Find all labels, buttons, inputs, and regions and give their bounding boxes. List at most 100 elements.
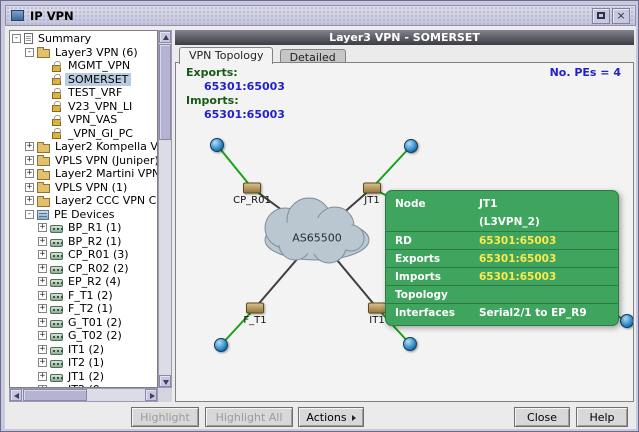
pe-node-f-t1[interactable] xyxy=(246,303,264,314)
tree-item-g-t01-2[interactable]: + G_T01 (2) xyxy=(10,316,157,330)
expand-handle-icon[interactable]: + xyxy=(38,250,47,259)
tooltip-row-rd: RD65301:65003 xyxy=(386,231,618,249)
expand-handle-icon[interactable]: + xyxy=(38,223,47,232)
scroll-left-button[interactable] xyxy=(10,389,22,401)
scroll-down-button[interactable] xyxy=(159,375,171,387)
tree-item-layer2-martini-vpn-c[interactable]: +Layer2 Martini VPN C xyxy=(10,167,157,181)
expand-handle-icon[interactable]: + xyxy=(25,156,34,165)
tooltip-field-value: 65301:65003 xyxy=(479,235,556,247)
tree-item-cp-r01-3[interactable]: +CP_R01 (3) xyxy=(10,248,157,262)
router-icon xyxy=(50,239,63,247)
help-button[interactable]: Help xyxy=(576,407,628,427)
maximize-icon xyxy=(597,12,605,19)
pe-node-it1[interactable] xyxy=(368,303,386,314)
tab-vpn-topology[interactable]: VPN Topology xyxy=(179,47,273,64)
expand-handle-icon[interactable]: + xyxy=(25,183,34,192)
expand-handle-icon[interactable]: + xyxy=(25,142,34,151)
tree-item-vpn-vas[interactable]: VPN_VAS xyxy=(10,113,157,127)
expand-handle-icon[interactable]: + xyxy=(38,318,47,327)
expand-handle-icon[interactable]: + xyxy=(25,169,34,178)
tooltip-row-exports: Exports65301:65003 xyxy=(386,249,618,267)
button-bar: Highlight Highlight All Actions Close He… xyxy=(5,404,636,429)
tree-item-label: VPN_VAS xyxy=(65,113,120,126)
ce-node[interactable] xyxy=(403,337,417,351)
actions-button[interactable]: Actions xyxy=(298,407,364,427)
expand-handle-icon[interactable]: + xyxy=(38,264,47,273)
vertical-scroll-thumb[interactable] xyxy=(159,44,171,140)
tree-item-label: _VPN_GI_PC xyxy=(65,127,136,140)
close-icon: × xyxy=(616,10,625,21)
tree-item-test-vrf[interactable]: TEST_VRF xyxy=(10,86,157,100)
window-titlebar[interactable]: IP VPN × xyxy=(5,5,636,26)
lock-icon xyxy=(52,92,61,99)
expand-handle-icon[interactable]: + xyxy=(38,345,47,354)
expand-handle-icon[interactable]: + xyxy=(38,358,47,367)
tree-vertical-scrollbar[interactable] xyxy=(158,30,172,388)
tree-item-jt1-2[interactable]: +JT1 (2) xyxy=(10,370,157,384)
tree-item-label: Layer3 VPN (6) xyxy=(52,46,141,59)
lock-icon xyxy=(52,119,61,126)
tree-item-vpls-vpn-juniper[interactable]: +VPLS VPN (Juniper) ( xyxy=(10,154,157,168)
pe-node-jt1[interactable] xyxy=(363,183,381,194)
tree-item-g-t02-2[interactable]: +G_T02 (2) xyxy=(10,329,157,343)
tree-item-label: IT1 (2) xyxy=(65,343,107,356)
scrollbar-corner xyxy=(158,388,172,402)
tree-item-f-t2-1[interactable]: +F_T2 (1) xyxy=(10,302,157,316)
highlight-button[interactable]: Highlight xyxy=(131,407,199,427)
expand-handle-icon[interactable]: + xyxy=(38,277,47,286)
collapse-handle-icon[interactable]: - xyxy=(12,34,21,43)
tree-item-label: G_T01 (2) xyxy=(65,316,125,329)
tab-bar: VPN Topology Detailed xyxy=(175,45,634,62)
close-window-button[interactable]: × xyxy=(612,8,630,24)
scroll-right-button[interactable] xyxy=(145,389,157,401)
tree-item-vpn-gi-pc[interactable]: _VPN_GI_PC xyxy=(10,127,157,141)
tree-item-mgmt-vpn[interactable]: MGMT_VPN xyxy=(10,59,157,73)
tree-item-pe-devices[interactable]: - PE Devices xyxy=(10,208,157,222)
tree-item-label: SOMERSET xyxy=(65,73,131,86)
tree-item-layer3-vpn-6[interactable]: - Layer3 VPN (6) xyxy=(10,46,157,60)
tooltip-field-value: (L3VPN_2) xyxy=(479,216,540,228)
tooltip-field-label: Exports xyxy=(395,253,479,265)
tree-item-summary[interactable]: -Summary xyxy=(10,32,157,46)
ce-node[interactable] xyxy=(620,314,634,328)
expand-handle-icon[interactable]: + xyxy=(38,291,47,300)
expand-handle-icon[interactable]: + xyxy=(38,237,47,246)
tree-item-bp-r2-1[interactable]: +BP_R2 (1) xyxy=(10,235,157,249)
pe-node-cp-r01[interactable] xyxy=(243,183,261,194)
tree-item-it1-2[interactable]: + IT1 (2) xyxy=(10,343,157,357)
scroll-up-button[interactable] xyxy=(159,31,171,43)
actions-button-label: Actions xyxy=(306,411,346,424)
collapse-handle-icon[interactable]: - xyxy=(25,210,34,219)
tree-item-label: MGMT_VPN xyxy=(65,59,133,72)
ce-node[interactable] xyxy=(214,338,228,352)
router-icon xyxy=(50,279,63,287)
tree-item-label: IT2 (1) xyxy=(65,356,107,369)
router-icon xyxy=(50,266,63,274)
vpn-detail-panel: Layer3 VPN - SOMERSET VPN Topology Detai… xyxy=(175,30,634,402)
close-button[interactable]: Close xyxy=(514,407,570,427)
tree-item-vpls-vpn-1[interactable]: +VPLS VPN (1) xyxy=(10,181,157,195)
collapse-handle-icon[interactable]: - xyxy=(25,48,34,57)
expand-handle-icon[interactable]: + xyxy=(38,304,47,313)
expand-handle-icon[interactable]: + xyxy=(38,372,47,381)
ce-node[interactable] xyxy=(404,139,418,153)
tree-item-cp-r02-2[interactable]: +CP_R02 (2) xyxy=(10,262,157,276)
highlight-all-button[interactable]: Highlight All xyxy=(205,407,293,427)
tree-item-ep-r2-4[interactable]: + EP_R2 (4) xyxy=(10,275,157,289)
horizontal-scroll-thumb[interactable] xyxy=(23,389,87,401)
tree-item-label: EP_R2 (4) xyxy=(65,275,124,288)
tree-item-v23-vpn-li[interactable]: V23_VPN_LI xyxy=(10,100,157,114)
tree-item-bp-r1-1[interactable]: +BP_R1 (1) xyxy=(10,221,157,235)
maximize-button[interactable] xyxy=(592,8,610,24)
expand-handle-icon[interactable]: + xyxy=(25,196,34,205)
tree-horizontal-scrollbar[interactable] xyxy=(9,388,158,402)
tree-item-f-t1-2[interactable]: +F_T1 (2) xyxy=(10,289,157,303)
folder-icon xyxy=(37,144,50,153)
tree-item-layer2-ccc-vpn-cin[interactable]: +Layer2 CCC VPN Cin xyxy=(10,194,157,208)
tree-item-layer2-kompella-vpn[interactable]: +Layer2 Kompella VPN xyxy=(10,140,157,154)
tree-item-label: PE Devices xyxy=(51,208,117,221)
ce-node[interactable] xyxy=(210,138,224,152)
expand-handle-icon[interactable]: + xyxy=(38,331,47,340)
tree-item-it2-1[interactable]: + IT2 (1) xyxy=(10,356,157,370)
tree-item-somerset[interactable]: SOMERSET xyxy=(10,73,157,87)
